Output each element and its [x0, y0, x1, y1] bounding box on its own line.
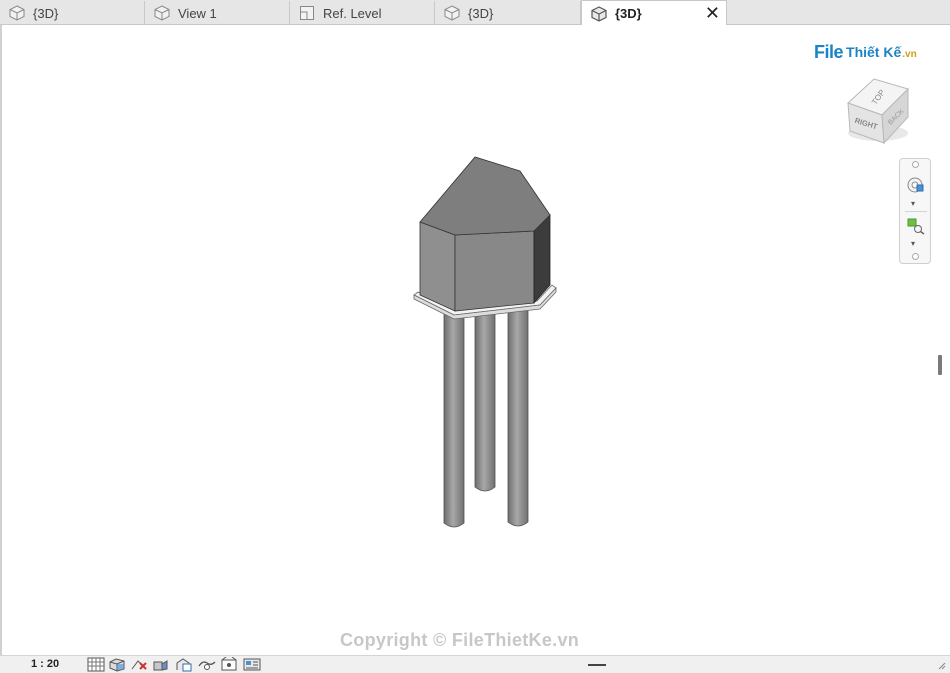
piles — [443, 294, 529, 528]
tab-ref-level[interactable]: Ref. Level — [290, 1, 435, 25]
logo-domain-text: .vn — [902, 48, 917, 60]
plan-view-icon — [300, 6, 314, 20]
shadows-icon[interactable] — [152, 657, 170, 672]
navbar-separator — [905, 211, 927, 212]
pile-cap-3d-model[interactable] — [402, 145, 572, 540]
tab-3d-1[interactable]: {3D} — [0, 1, 145, 25]
copyright-watermark: Copyright © FileThietKe.vn — [340, 630, 580, 650]
zoom-dropdown-icon[interactable]: ▾ — [911, 239, 915, 248]
steering-wheel-icon[interactable] — [904, 175, 928, 195]
crop-view-icon[interactable] — [175, 657, 193, 672]
resize-grip-icon[interactable] — [936, 660, 946, 670]
detail-level-icon[interactable] — [87, 657, 105, 672]
view-control-bar: 1 : 20 — [0, 655, 950, 673]
scrollbar-handle[interactable] — [938, 355, 942, 375]
brand-logo: File Thiết Kế .vn — [814, 41, 917, 63]
temporary-hide-icon[interactable] — [198, 657, 216, 672]
revit-window: {3D} View 1 Ref. Level {3D} {3D} ✕ File … — [0, 0, 950, 673]
steering-wheel-dropdown-icon[interactable]: ▾ — [911, 199, 915, 208]
logo-file-text: File — [814, 41, 844, 62]
tab-label: {3D} — [468, 5, 494, 21]
3d-view-icon — [154, 5, 170, 21]
navbar-close-icon[interactable] — [912, 161, 919, 168]
reveal-hidden-icon[interactable] — [220, 657, 238, 672]
logo-name-text: Thiết Kế — [846, 44, 902, 60]
tab-label: Ref. Level — [323, 5, 382, 21]
navbar-options-icon[interactable] — [912, 253, 919, 260]
3d-view-icon — [9, 5, 25, 21]
3d-view-icon — [444, 5, 460, 21]
status-bar-splitter[interactable] — [588, 664, 606, 666]
tab-3d-2[interactable]: {3D} — [435, 1, 581, 25]
3d-view-icon — [591, 5, 607, 22]
view-tab-bar: {3D} View 1 Ref. Level {3D} {3D} ✕ — [0, 0, 950, 26]
tab-label: View 1 — [178, 5, 217, 21]
view-scale[interactable]: 1 : 20 — [31, 658, 59, 670]
tab-label: {3D} — [33, 5, 59, 21]
tab-3d-active[interactable]: {3D} ✕ — [581, 0, 727, 26]
zoom-region-icon[interactable] — [906, 217, 926, 235]
navigation-bar: ▾ ▾ — [899, 158, 931, 264]
view-cube[interactable]: TOP RIGHT BACK — [840, 67, 912, 147]
close-tab-button[interactable]: ✕ — [705, 3, 720, 23]
analysis-icon[interactable] — [243, 657, 261, 672]
visual-style-icon[interactable] — [108, 657, 126, 672]
tab-label: {3D} — [615, 6, 642, 21]
tab-view-1[interactable]: View 1 — [145, 1, 290, 25]
3d-viewport[interactable]: File Thiết Kế .vn TOP RIGHT BACK ▾ ▾ — [0, 25, 950, 655]
sun-path-icon[interactable] — [130, 657, 148, 672]
